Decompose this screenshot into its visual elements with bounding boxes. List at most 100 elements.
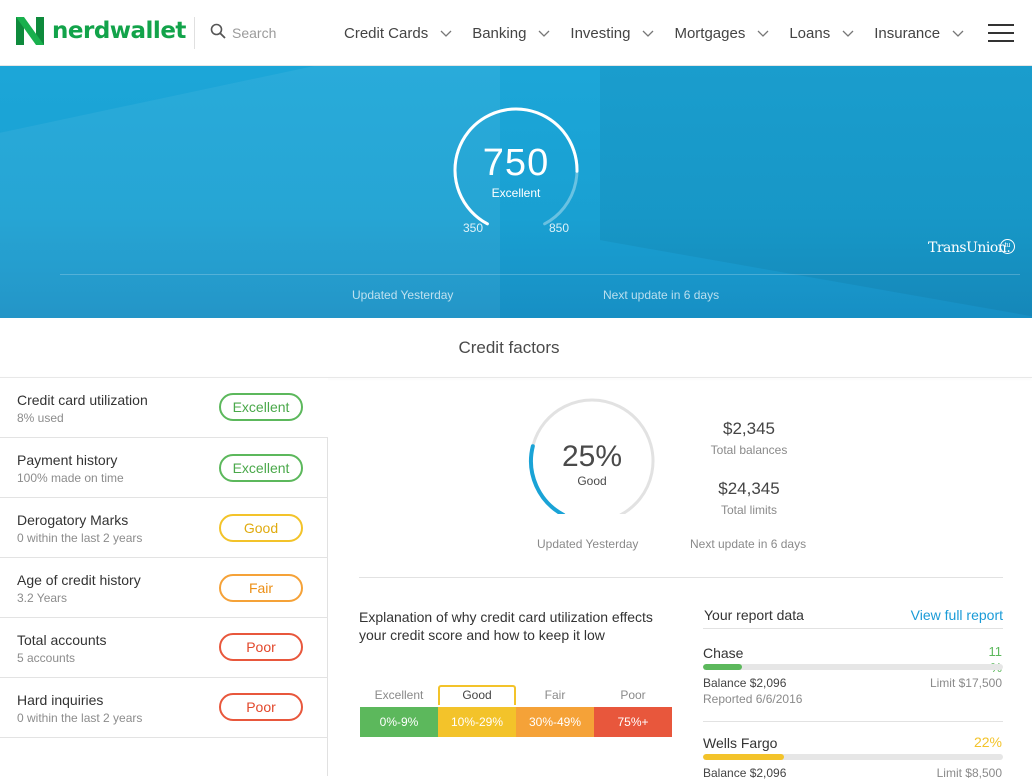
- factor-name: Hard inquiries: [17, 692, 104, 708]
- account-name: Chase: [703, 645, 744, 661]
- score-min-label: 350: [462, 221, 484, 235]
- header-divider: [194, 17, 195, 49]
- factor-subtext: 0 within the last 2 years: [17, 711, 143, 725]
- nav-item-loans[interactable]: Loans: [789, 22, 854, 44]
- report-data-title: Your report data: [704, 607, 804, 623]
- scale-range-excellent: 0%-9%: [360, 707, 438, 737]
- score-next-update-text: Next update in 6 days: [603, 288, 720, 302]
- score-max-label: 850: [548, 221, 570, 235]
- account-limit: Limit $17,500: [929, 676, 1002, 690]
- chevron-down-icon: [440, 25, 452, 42]
- factor-subtext: 8% used: [17, 411, 64, 425]
- factor-item-hard-inquiries[interactable]: Hard inquiries 0 within the last 2 years…: [0, 678, 328, 738]
- utilization-scale: Excellent Good Fair Poor 0%-9% 10%-29% 3…: [360, 685, 672, 737]
- rating-badge: Poor: [219, 693, 303, 721]
- factor-subtext: 100% made on time: [17, 471, 124, 485]
- view-full-report-link[interactable]: View full report: [880, 607, 1003, 623]
- account-utilization-percent: 11 %: [960, 644, 1003, 676]
- account-utilization-percent: 22%: [973, 734, 1002, 750]
- nav-item-label: Mortgages: [674, 24, 746, 42]
- search-box[interactable]: [210, 22, 320, 44]
- factor-item-age-of-credit-history[interactable]: Age of credit history 3.2 Years Fair: [0, 558, 328, 618]
- nav-item-investing[interactable]: Investing: [570, 22, 654, 44]
- nav-item-label: Investing: [570, 24, 631, 42]
- total-balances-value: $2,345: [723, 419, 775, 438]
- transunion-logo: TransUnion.: [928, 240, 1011, 256]
- nav-item-credit-cards[interactable]: Credit Cards: [344, 22, 452, 44]
- account-utilization-bar: [703, 664, 1003, 670]
- factor-name: Derogatory Marks: [17, 512, 129, 528]
- factor-subtext: 5 accounts: [17, 651, 76, 665]
- scale-label-excellent: Excellent: [374, 688, 424, 702]
- utilization-explanation: Explanation of why credit card utilizati…: [359, 609, 653, 643]
- utilization-updated-text: Updated Yesterday: [537, 537, 639, 551]
- hero-background-shape: [600, 66, 1032, 318]
- rating-badge: Poor: [219, 633, 303, 661]
- factor-item-credit-card-utilization[interactable]: Credit card utilization 8% used Excellen…: [0, 378, 328, 438]
- chevron-down-icon: [952, 25, 964, 42]
- account-divider: [703, 721, 1003, 722]
- credit-factors-list: Credit card utilization 8% used Excellen…: [0, 378, 328, 776]
- scale-label-fair: Fair: [544, 688, 566, 702]
- chevron-down-icon: [642, 25, 654, 42]
- scale-label-good-selected: Good: [438, 685, 516, 705]
- nerdwallet-logo-icon: [16, 17, 44, 45]
- total-limits-value: $24,345: [718, 479, 780, 498]
- credit-score-value: 750: [482, 142, 550, 184]
- nerdwallet-logo[interactable]: nerdwallet: [16, 17, 186, 45]
- logo-text: nerdwallet: [52, 18, 186, 44]
- total-limits-label: Total limits: [720, 503, 777, 517]
- rating-badge: Excellent: [219, 393, 303, 421]
- credit-score-hero: 750 Excellent 350 850 TransUnion. tu Upd…: [0, 66, 1032, 318]
- account-limit: Limit $8,500: [936, 766, 1002, 780]
- account-utilization-bar-fill: [703, 664, 742, 670]
- score-updated-text: Updated Yesterday: [352, 288, 454, 302]
- utilization-next-update-text: Next update in 6 days: [690, 537, 807, 551]
- search-input[interactable]: [232, 25, 316, 41]
- factor-name: Total accounts: [17, 632, 107, 648]
- utilization-percent: 25%: [561, 440, 623, 473]
- transunion-badge-icon: tu: [1000, 239, 1015, 254]
- factor-subtext: 3.2 Years: [17, 591, 68, 605]
- account-utilization-bar-fill: [703, 754, 784, 760]
- factor-name: Age of credit history: [17, 572, 141, 588]
- report-divider: [703, 628, 1003, 629]
- factor-name: Payment history: [17, 452, 118, 468]
- nav-item-label: Insurance: [874, 24, 941, 42]
- factor-item-payment-history[interactable]: Payment history 100% made on time Excell…: [0, 438, 328, 498]
- rating-badge: Fair: [219, 574, 303, 602]
- nav-item-label: Banking: [472, 24, 527, 42]
- factor-item-derogatory-marks[interactable]: Derogatory Marks 0 within the last 2 yea…: [0, 498, 328, 558]
- rating-badge: Excellent: [219, 454, 303, 482]
- search-icon: [210, 23, 226, 44]
- scale-range-fair: 30%-49%: [516, 707, 594, 737]
- factor-name: Credit card utilization: [17, 392, 148, 408]
- chevron-down-icon: [757, 25, 769, 42]
- hero-divider: [60, 274, 1020, 275]
- account-balance: Balance $2,096: [703, 766, 787, 780]
- top-navigation-bar: nerdwallet Credit Cards Banking Investin…: [0, 0, 1032, 66]
- chevron-down-icon: [842, 25, 854, 42]
- nav-item-label: Loans: [789, 24, 831, 42]
- nav-item-insurance[interactable]: Insurance: [874, 22, 964, 44]
- hero-background-shape: [0, 66, 500, 318]
- nav-item-mortgages[interactable]: Mortgages: [674, 22, 769, 44]
- rating-badge: Good: [219, 514, 303, 542]
- nav-item-banking[interactable]: Banking: [472, 22, 550, 44]
- account-name: Wells Fargo: [703, 735, 778, 751]
- account-utilization-percent-value: 11: [988, 644, 1003, 659]
- scale-label-poor: Poor: [620, 688, 646, 702]
- scale-range-good: 10%-29%: [438, 707, 516, 737]
- scale-range-poor: 75%+: [594, 707, 672, 737]
- hamburger-menu-icon[interactable]: [988, 24, 1014, 42]
- factor-item-total-accounts[interactable]: Total accounts 5 accounts Poor: [0, 618, 328, 678]
- factor-subtext: 0 within the last 2 years: [17, 531, 143, 545]
- credit-score-rating: Excellent: [491, 186, 541, 200]
- detail-divider: [359, 577, 1003, 578]
- utilization-rating: Good: [577, 474, 607, 488]
- account-utilization-bar: [703, 754, 1003, 760]
- account-reported-date: Reported 6/6/2016: [703, 692, 803, 706]
- chevron-down-icon: [538, 25, 550, 42]
- account-balance: Balance $2,096: [703, 676, 787, 690]
- credit-factors-title: Credit factors: [458, 338, 560, 357]
